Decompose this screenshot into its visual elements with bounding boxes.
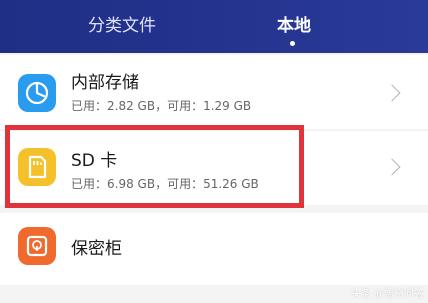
chevron-right-icon bbox=[383, 84, 401, 102]
safe-box-item[interactable]: 保密柜 bbox=[0, 213, 428, 285]
sd-card-usage: 已用：6.98 GB，可用：51.26 GB bbox=[71, 177, 259, 191]
sd-card-title: SD 卡 bbox=[71, 151, 118, 171]
top-tab-bar: 分类文件 本地 bbox=[0, 0, 428, 53]
internal-storage-title: 内部存储 bbox=[71, 73, 139, 93]
pie-chart-icon bbox=[18, 74, 56, 112]
safe-box-title: 保密柜 bbox=[71, 239, 122, 259]
safe-icon bbox=[18, 227, 56, 265]
sd-card-icon bbox=[18, 148, 56, 186]
active-tab-indicator bbox=[290, 41, 295, 46]
tab-local[interactable]: 本地 bbox=[277, 16, 311, 36]
internal-storage-item[interactable]: 内部存储 已用：2.82 GB，可用：1.29 GB bbox=[0, 55, 428, 129]
sd-card-item[interactable]: SD 卡 已用：6.98 GB，可用：51.26 GB bbox=[0, 131, 428, 205]
chevron-right-icon bbox=[383, 158, 401, 176]
watermark-text: 头条 @悟空问答 bbox=[350, 289, 424, 300]
tab-categories[interactable]: 分类文件 bbox=[88, 16, 156, 36]
internal-storage-usage: 已用：2.82 GB，可用：1.29 GB bbox=[71, 99, 252, 113]
